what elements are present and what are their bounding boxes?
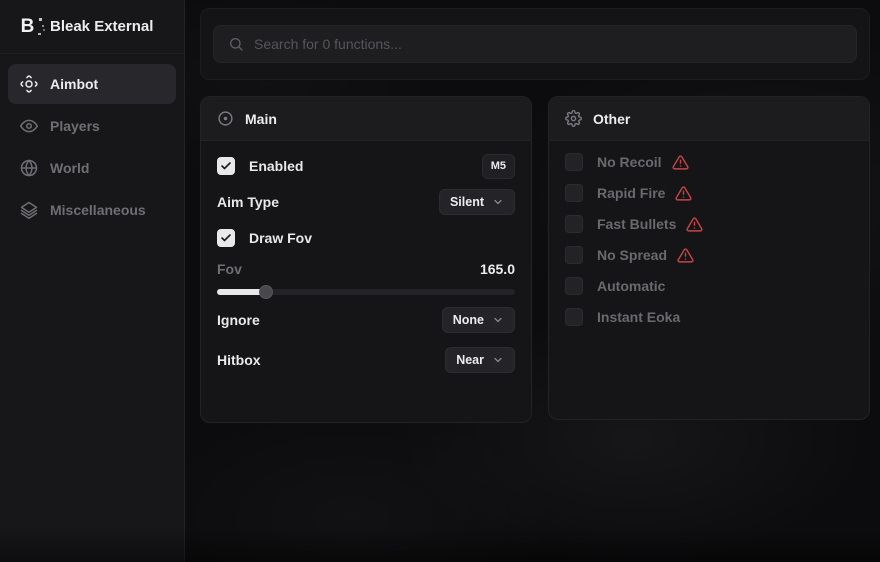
crosshair-icon bbox=[20, 75, 38, 93]
other-item-label: No Recoil bbox=[597, 154, 662, 170]
checkbox[interactable] bbox=[565, 246, 583, 264]
draw-fov-label: Draw Fov bbox=[249, 230, 312, 246]
other-items-list: No Recoil Rapid Fire Fast Bullets No Spread… bbox=[549, 151, 869, 328]
layers-icon bbox=[20, 201, 38, 219]
fov-label: Fov bbox=[217, 261, 242, 277]
other-item-label: Instant Eoka bbox=[597, 309, 680, 325]
draw-fov-row: Draw Fov bbox=[217, 225, 515, 251]
other-item-instant-eoka[interactable]: Instant Eoka bbox=[565, 306, 853, 328]
hitbox-value: Near bbox=[456, 353, 484, 367]
fov-slider-row bbox=[217, 285, 515, 299]
checkbox[interactable] bbox=[565, 277, 583, 295]
hitbox-row: Hitbox Near bbox=[217, 347, 515, 373]
keybind-button[interactable]: M5 bbox=[482, 154, 515, 179]
sidebar-nav: Aimbot Players World Miscellaneous bbox=[0, 54, 184, 242]
warning-icon bbox=[672, 154, 689, 171]
other-panel-title: Other bbox=[593, 111, 630, 127]
warning-icon bbox=[686, 216, 703, 233]
brand-header: B Bleak External bbox=[0, 0, 184, 54]
sidebar-item-world[interactable]: World bbox=[8, 148, 176, 188]
checkbox[interactable] bbox=[565, 184, 583, 202]
glitch-b-logo: B bbox=[16, 16, 38, 38]
warning-icon bbox=[675, 185, 692, 202]
chevron-down-icon bbox=[492, 196, 504, 208]
enabled-label: Enabled bbox=[249, 158, 303, 174]
fov-value: 165.0 bbox=[480, 261, 515, 277]
sidebar-item-players[interactable]: Players bbox=[8, 106, 176, 146]
sidebar-item-label: Miscellaneous bbox=[50, 202, 146, 218]
content-area: Main Enabled M5 Aim Type Silent bbox=[185, 0, 880, 562]
chevron-down-icon bbox=[492, 354, 504, 366]
sidebar-item-label: Aimbot bbox=[50, 76, 98, 92]
enabled-row: Enabled M5 bbox=[217, 153, 515, 179]
main-panel: Main Enabled M5 Aim Type Silent bbox=[200, 96, 532, 423]
ignore-dropdown[interactable]: None bbox=[442, 307, 515, 333]
main-panel-header: Main bbox=[201, 97, 531, 141]
search-card bbox=[200, 8, 870, 80]
aim-type-dropdown[interactable]: Silent bbox=[439, 189, 515, 215]
other-panel: Other No RecoilRapid FireFast BulletsNo … bbox=[548, 96, 870, 420]
enabled-checkbox[interactable] bbox=[217, 157, 235, 175]
sidebar-item-label: World bbox=[50, 160, 89, 176]
warning-icon bbox=[677, 247, 694, 264]
gear-icon bbox=[565, 110, 582, 127]
chevron-down-icon bbox=[492, 314, 504, 326]
other-item-label: Automatic bbox=[597, 278, 665, 294]
other-panel-header: Other bbox=[549, 97, 869, 141]
search-input[interactable] bbox=[254, 36, 842, 52]
sidebar-item-miscellaneous[interactable]: Miscellaneous bbox=[8, 190, 176, 230]
sidebar-item-label: Players bbox=[50, 118, 100, 134]
aim-type-label: Aim Type bbox=[217, 194, 279, 210]
hitbox-label: Hitbox bbox=[217, 352, 261, 368]
ignore-value: None bbox=[453, 313, 484, 327]
search-icon bbox=[228, 36, 244, 52]
other-item-automatic[interactable]: Automatic bbox=[565, 275, 853, 297]
aim-type-row: Aim Type Silent bbox=[217, 189, 515, 215]
other-item-label: Rapid Fire bbox=[597, 185, 665, 201]
other-item-rapid-fire[interactable]: Rapid Fire bbox=[565, 182, 853, 204]
other-item-no-recoil[interactable]: No Recoil bbox=[565, 151, 853, 173]
eye-icon bbox=[20, 117, 38, 135]
globe-icon bbox=[20, 159, 38, 177]
target-icon bbox=[217, 110, 234, 127]
fov-slider-track[interactable] bbox=[217, 289, 515, 295]
ignore-label: Ignore bbox=[217, 312, 260, 328]
search-box[interactable] bbox=[213, 25, 857, 63]
app-title: Bleak External bbox=[50, 18, 153, 35]
ignore-row: Ignore None bbox=[217, 307, 515, 333]
sidebar-item-aimbot[interactable]: Aimbot bbox=[8, 64, 176, 104]
checkbox[interactable] bbox=[565, 308, 583, 326]
other-item-no-spread[interactable]: No Spread bbox=[565, 244, 853, 266]
main-panel-title: Main bbox=[245, 111, 277, 127]
checkbox[interactable] bbox=[565, 153, 583, 171]
sidebar: B Bleak External Aimbot Players World Misce… bbox=[0, 0, 185, 562]
fov-label-row: Fov 165.0 bbox=[217, 259, 515, 279]
other-item-label: No Spread bbox=[597, 247, 667, 263]
aim-type-value: Silent bbox=[450, 195, 484, 209]
fov-slider-thumb[interactable] bbox=[259, 285, 273, 299]
hitbox-dropdown[interactable]: Near bbox=[445, 347, 515, 373]
draw-fov-checkbox[interactable] bbox=[217, 229, 235, 247]
checkbox[interactable] bbox=[565, 215, 583, 233]
other-item-label: Fast Bullets bbox=[597, 216, 676, 232]
other-item-fast-bullets[interactable]: Fast Bullets bbox=[565, 213, 853, 235]
